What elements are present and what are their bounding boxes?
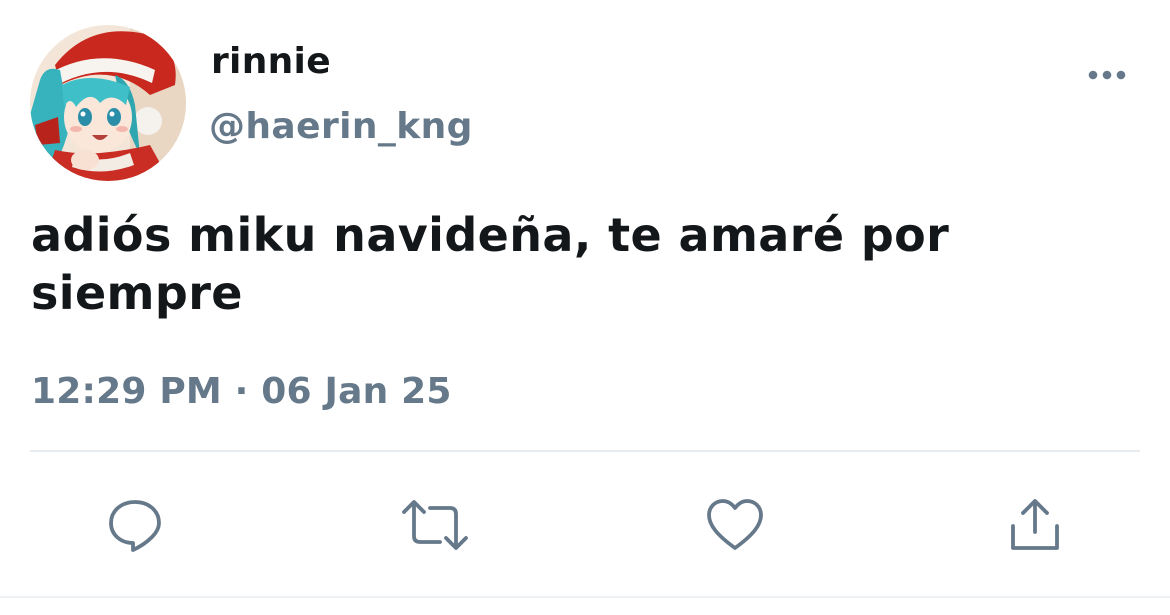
retweet-icon — [402, 500, 468, 550]
more-horizontal-icon — [1088, 70, 1126, 80]
avatar-image — [30, 25, 186, 181]
tweet-card: rinnie @haerin_kng adiós miku navideña, … — [0, 0, 1170, 615]
reply-button[interactable] — [100, 490, 170, 560]
heart-icon — [707, 499, 763, 550]
display-name[interactable]: rinnie — [211, 38, 331, 86]
more-options-button[interactable] — [1082, 58, 1132, 92]
share-icon — [1011, 499, 1059, 550]
bottom-divider — [0, 596, 1170, 598]
tweet-timestamp[interactable]: 12:29 PM · 06 Jan 25 — [31, 368, 452, 416]
retweet-button[interactable] — [400, 490, 470, 560]
username-handle[interactable]: @haerin_kng — [209, 103, 473, 151]
like-button[interactable] — [700, 490, 770, 560]
avatar[interactable] — [30, 25, 186, 181]
tweet-time: 12:29 PM — [31, 371, 222, 412]
timestamp-separator: · — [221, 371, 262, 412]
share-button[interactable] — [1000, 490, 1070, 560]
comment-icon — [109, 500, 161, 552]
divider — [30, 450, 1140, 452]
tweet-date: 06 Jan 25 — [261, 371, 452, 412]
tweet-text: adiós miku navideña, te amaré por siempr… — [31, 208, 950, 320]
